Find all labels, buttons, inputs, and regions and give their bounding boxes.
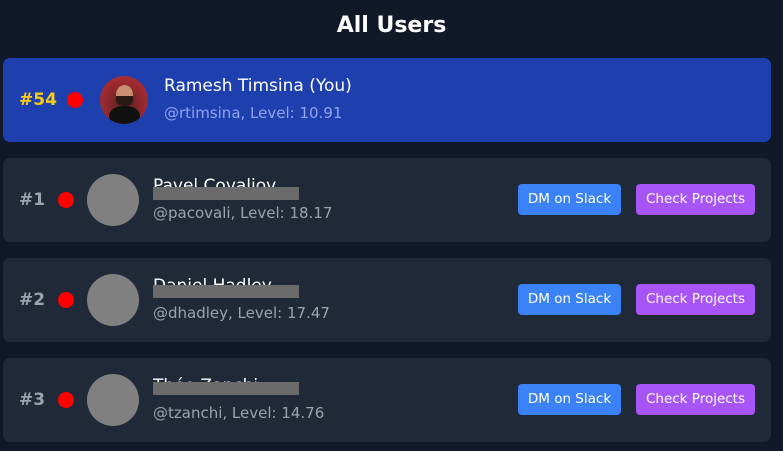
user-name: Ramesh Timsina (You) xyxy=(164,76,352,96)
dm-on-slack-button[interactable]: DM on Slack xyxy=(518,184,621,215)
dm-on-slack-button[interactable]: DM on Slack xyxy=(518,284,621,315)
avatar xyxy=(87,274,139,326)
name-redaction xyxy=(153,285,299,298)
user-rank: #1 xyxy=(19,190,46,210)
current-user-card: #54 Ramesh Timsina (You) @rtimsina, Leve… xyxy=(3,58,771,142)
avatar xyxy=(87,174,139,226)
user-handle-level: @dhadley, Level: 17.47 xyxy=(153,304,330,322)
user-handle-level: @rtimsina, Level: 10.91 xyxy=(164,104,343,122)
status-dot xyxy=(58,392,74,408)
status-dot xyxy=(67,92,83,108)
name-redaction xyxy=(153,382,299,395)
user-rank: #3 xyxy=(19,390,46,410)
avatar xyxy=(100,76,148,124)
status-dot xyxy=(58,292,74,308)
user-card: #1 Pavel Covaliov @pacovali, Level: 18.1… xyxy=(3,158,771,242)
dm-on-slack-button[interactable]: DM on Slack xyxy=(518,384,621,415)
user-card: #3 Théo Zanchi @tzanchi, Level: 14.76 DM… xyxy=(3,358,771,442)
check-projects-button[interactable]: Check Projects xyxy=(636,184,755,215)
status-dot xyxy=(58,192,74,208)
name-redaction xyxy=(153,187,299,200)
check-projects-button[interactable]: Check Projects xyxy=(636,284,755,315)
page-title: All Users xyxy=(336,13,447,38)
check-projects-button[interactable]: Check Projects xyxy=(636,384,755,415)
user-rank: #54 xyxy=(19,90,57,110)
avatar xyxy=(87,374,139,426)
user-handle-level: @tzanchi, Level: 14.76 xyxy=(153,404,325,422)
user-handle-level: @pacovali, Level: 18.17 xyxy=(153,204,333,222)
user-card: #2 Daniel Hadley @dhadley, Level: 17.47 … xyxy=(3,258,771,342)
user-rank: #2 xyxy=(19,290,46,310)
